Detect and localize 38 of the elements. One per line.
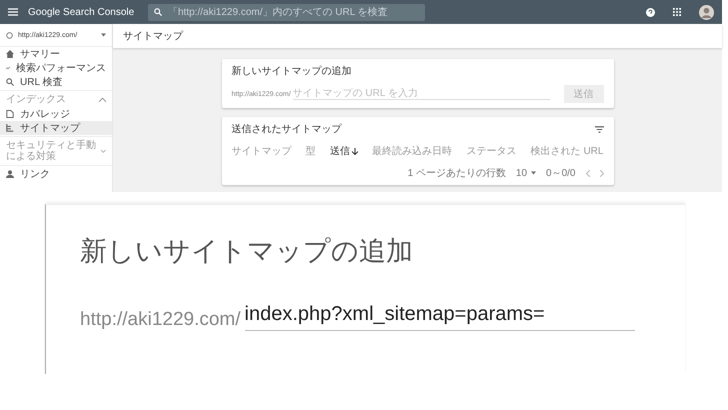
home-icon [6, 50, 14, 58]
sitemap-icon [6, 124, 14, 132]
document-icon [6, 110, 14, 118]
sidebar-item[interactable]: サイトマップ [0, 121, 112, 135]
sidebar-item[interactable]: サマリー [0, 47, 112, 61]
chevron-down-icon[interactable] [101, 148, 106, 154]
page-range: 0～0/0 [546, 167, 576, 180]
sidebar-item[interactable]: URL 検査 [0, 75, 112, 89]
menu-icon[interactable] [8, 8, 18, 16]
url-prefix: http://aki1229.com/ [80, 309, 241, 331]
avatar-icon[interactable] [699, 4, 714, 20]
section-heading: インデックス [6, 94, 66, 105]
person-icon [6, 170, 14, 178]
sort-arrow-icon [352, 148, 358, 154]
card-title: 送信されたサイトマップ [232, 122, 342, 136]
section-heading: セキュリティと手動による対策 [6, 140, 97, 162]
search-icon [154, 8, 162, 16]
page-title: サイトマップ [123, 30, 183, 43]
app-title: Google Search Console [28, 6, 136, 18]
sidebar-item[interactable]: 検索パフォーマンス [0, 61, 112, 75]
search-icon [6, 78, 14, 86]
inset-title: 新しいサイトマップの追加 [80, 235, 414, 268]
chevron-up-icon[interactable] [99, 97, 106, 102]
search-field[interactable]: 「http://aki1229.com/」内のすべての URL を検査 [148, 4, 425, 20]
filter-icon[interactable] [594, 126, 604, 132]
globe-icon [6, 32, 13, 38]
rows-per-page-label: 1 ページあたりの行数 [408, 167, 506, 180]
column-header[interactable]: 送信 [330, 144, 358, 158]
help-icon[interactable] [646, 8, 655, 16]
sitemap-url-field[interactable]: index.php?xml_sitemap=params= [244, 303, 635, 331]
dropdown-caret-icon [531, 171, 536, 175]
sidebar-item[interactable]: リンク [0, 167, 112, 181]
dropdown-caret-icon [101, 33, 106, 37]
rows-per-page-select[interactable]: 10 [516, 168, 536, 178]
apps-grid-icon[interactable] [673, 8, 681, 16]
card-title: 新しいサイトマップの追加 [232, 64, 352, 78]
sidebar-item[interactable]: カバレッジ [0, 107, 112, 121]
trend-line-icon [6, 64, 10, 72]
